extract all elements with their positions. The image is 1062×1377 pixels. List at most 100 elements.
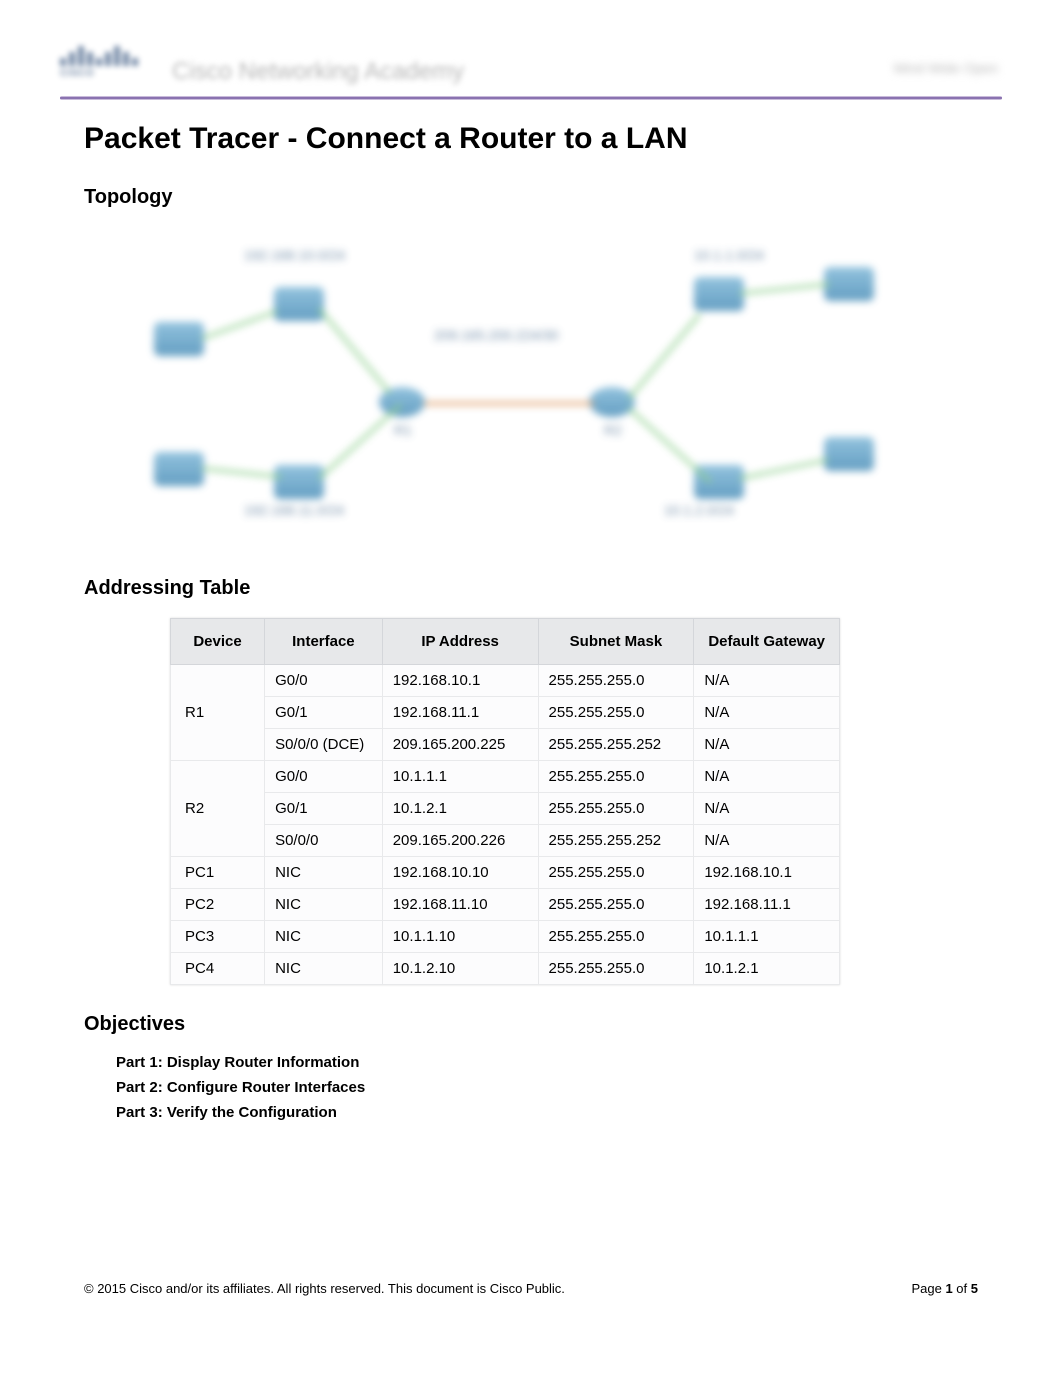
cell-gateway: N/A — [694, 825, 840, 857]
page-number: Page 1 of 5 — [911, 1281, 978, 1296]
link-line — [202, 467, 282, 478]
cell-mask: 255.255.255.0 — [538, 857, 694, 889]
pc-icon — [154, 322, 204, 356]
pc-icon — [154, 452, 204, 486]
link-line — [740, 283, 830, 295]
switch-icon — [694, 277, 744, 311]
cell-mask: 255.255.255.0 — [538, 921, 694, 953]
cell-gateway: 10.1.1.1 — [694, 921, 840, 953]
cisco-logo: CISCO — [60, 46, 138, 79]
router-icon — [589, 387, 635, 417]
section-objectives: Objectives — [84, 1013, 1002, 1036]
net-label-bottom-right: 10.1.2.0/24 — [664, 502, 734, 518]
table-row: S0/0/0 (DCE)209.165.200.225255.255.255.2… — [171, 729, 840, 761]
cell-ip: 10.1.1.1 — [382, 761, 538, 793]
objective-part3: Part 3: Verify the Configuration — [116, 1104, 1002, 1121]
link-line — [318, 308, 391, 394]
page-footer: © 2015 Cisco and/or its affiliates. All … — [60, 1281, 1002, 1296]
cell-gateway: 192.168.11.1 — [694, 889, 840, 921]
cell-ip: 209.165.200.225 — [382, 729, 538, 761]
cell-interface: NIC — [265, 857, 383, 889]
link-line — [424, 402, 594, 405]
table-row: PC2NIC192.168.11.10255.255.255.0192.168.… — [171, 889, 840, 921]
document-title: Packet Tracer - Connect a Router to a LA… — [84, 122, 1002, 156]
col-gateway: Default Gateway — [694, 619, 840, 665]
cell-interface: S0/0/0 — [265, 825, 383, 857]
cell-device: R1 — [171, 665, 265, 761]
cell-gateway: 10.1.2.1 — [694, 953, 840, 985]
link-line — [318, 404, 402, 480]
link-line — [740, 458, 829, 480]
header-divider — [60, 96, 1002, 100]
table-row: R2G0/010.1.1.1255.255.255.0N/A — [171, 761, 840, 793]
cell-device: R2 — [171, 761, 265, 857]
cell-mask: 255.255.255.252 — [538, 729, 694, 761]
cell-gateway: N/A — [694, 697, 840, 729]
cell-device: PC4 — [171, 953, 265, 985]
cell-mask: 255.255.255.0 — [538, 793, 694, 825]
topology-diagram: 192.168.10.0/24 10.1.1.0/24 209.165.200.… — [124, 227, 884, 547]
col-mask: Subnet Mask — [538, 619, 694, 665]
cell-interface: NIC — [265, 953, 383, 985]
table-row: S0/0/0209.165.200.226255.255.255.252N/A — [171, 825, 840, 857]
cell-ip: 10.1.1.10 — [382, 921, 538, 953]
objective-part1: Part 1: Display Router Information — [116, 1054, 1002, 1071]
cell-interface: G0/0 — [265, 665, 383, 697]
cell-device: PC2 — [171, 889, 265, 921]
net-label-center: 209.165.200.224/30 — [434, 327, 559, 343]
link-line — [201, 310, 277, 340]
pc-icon — [824, 437, 874, 471]
cell-mask: 255.255.255.0 — [538, 665, 694, 697]
r1-label: R1 — [394, 422, 412, 438]
cell-gateway: 192.168.10.1 — [694, 857, 840, 889]
cell-interface: NIC — [265, 889, 383, 921]
cell-interface: G0/1 — [265, 793, 383, 825]
cell-interface: G0/1 — [265, 697, 383, 729]
cell-gateway: N/A — [694, 793, 840, 825]
col-ip: IP Address — [382, 619, 538, 665]
link-line — [628, 407, 712, 483]
copyright-text: © 2015 Cisco and/or its affiliates. All … — [84, 1281, 565, 1296]
cell-mask: 255.255.255.0 — [538, 889, 694, 921]
section-topology: Topology — [84, 186, 1002, 209]
objective-part2: Part 2: Configure Router Interfaces — [116, 1079, 1002, 1096]
objectives-list: Part 1: Display Router Information Part … — [84, 1054, 1002, 1121]
col-device: Device — [171, 619, 265, 665]
brand-text: CISCO — [60, 68, 138, 79]
cell-device: PC1 — [171, 857, 265, 889]
cell-ip: 10.1.2.10 — [382, 953, 538, 985]
cell-interface: G0/0 — [265, 761, 383, 793]
col-interface: Interface — [265, 619, 383, 665]
table-row: G0/1192.168.11.1255.255.255.0N/A — [171, 697, 840, 729]
link-line — [628, 313, 701, 399]
net-label-top-right: 10.1.1.0/24 — [694, 247, 764, 263]
net-label-bottom-left: 192.168.11.0/24 — [244, 502, 344, 518]
cell-gateway: N/A — [694, 761, 840, 793]
table-row: G0/110.1.2.1255.255.255.0N/A — [171, 793, 840, 825]
cell-interface: NIC — [265, 921, 383, 953]
cell-ip: 10.1.2.1 — [382, 793, 538, 825]
cell-interface: S0/0/0 (DCE) — [265, 729, 383, 761]
cell-mask: 255.255.255.0 — [538, 953, 694, 985]
table-row: PC1NIC192.168.10.10255.255.255.0192.168.… — [171, 857, 840, 889]
section-addressing: Addressing Table — [84, 577, 1002, 600]
cell-ip: 192.168.10.1 — [382, 665, 538, 697]
switch-icon — [274, 287, 324, 321]
net-label-top-left: 192.168.10.0/24 — [244, 247, 345, 263]
cell-ip: 209.165.200.226 — [382, 825, 538, 857]
tagline: Mind Wide Open — [894, 60, 998, 76]
academy-title: Cisco Networking Academy — [172, 58, 464, 86]
table-header-row: Device Interface IP Address Subnet Mask … — [171, 619, 840, 665]
table-row: R1G0/0192.168.10.1255.255.255.0N/A — [171, 665, 840, 697]
cell-mask: 255.255.255.252 — [538, 825, 694, 857]
r2-label: R2 — [604, 422, 622, 438]
page-header: CISCO Cisco Networking Academy Mind Wide… — [60, 40, 1002, 92]
cell-gateway: N/A — [694, 729, 840, 761]
cell-ip: 192.168.11.1 — [382, 697, 538, 729]
cell-device: PC3 — [171, 921, 265, 953]
switch-icon — [274, 465, 324, 499]
switch-icon — [694, 465, 744, 499]
cell-mask: 255.255.255.0 — [538, 761, 694, 793]
addressing-table: Device Interface IP Address Subnet Mask … — [170, 618, 840, 985]
pc-icon — [824, 267, 874, 301]
